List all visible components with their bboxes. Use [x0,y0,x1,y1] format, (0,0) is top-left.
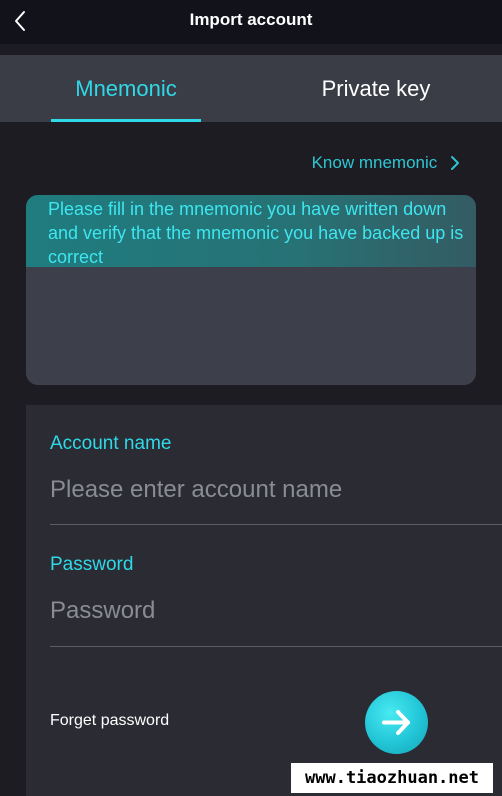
know-mnemonic-label: Know mnemonic [311,153,438,172]
mnemonic-hint-text: Please fill in the mnemonic you have wri… [48,199,464,267]
chevron-right-icon [451,156,459,170]
header-bar: Import account [0,0,502,44]
tab-private-key[interactable]: Private key [300,55,452,122]
import-account-screen: Import account Mnemonic Private key Know… [0,0,502,796]
forget-password-link[interactable]: Forget password [50,712,169,730]
know-mnemonic-link[interactable]: Know mnemonic [312,151,464,175]
mnemonic-input[interactable]: Please fill in the mnemonic you have wri… [26,195,476,385]
account-name-divider [50,524,502,525]
tab-bar: Mnemonic Private key [0,55,502,122]
password-input[interactable] [50,593,490,629]
account-name-input[interactable] [50,472,490,508]
password-label: Password [50,554,134,575]
password-divider [50,646,502,647]
active-tab-indicator [51,119,201,122]
watermark: www.tiaozhuan.net [291,763,493,793]
page-title: Import account [189,10,313,29]
submit-button[interactable] [365,691,428,754]
tab-mnemonic[interactable]: Mnemonic [51,55,201,122]
arrow-right-icon [382,710,410,735]
account-name-label: Account name [50,433,172,454]
